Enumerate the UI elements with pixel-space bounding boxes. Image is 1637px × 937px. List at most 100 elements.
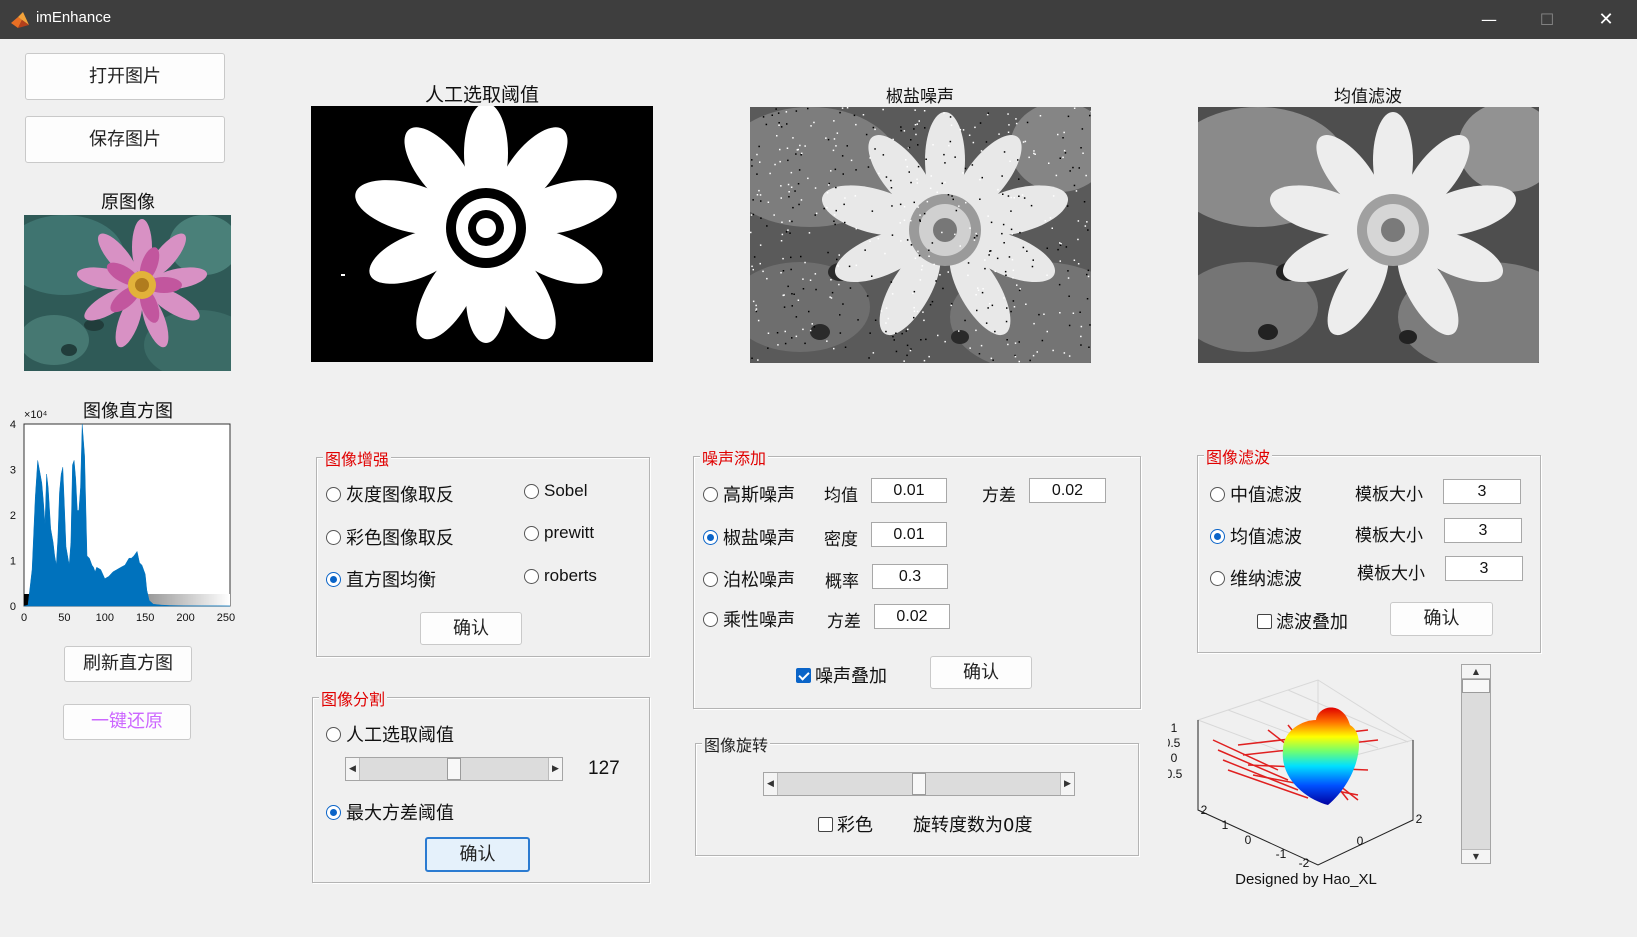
slider-thumb[interactable] bbox=[1462, 679, 1490, 693]
original-image bbox=[24, 215, 231, 371]
rotation-slider[interactable]: ◀ ▶ bbox=[763, 772, 1075, 796]
radio-poisson-noise[interactable]: 泊松噪声 bbox=[703, 566, 795, 592]
radio-label: 灰度图像取反 bbox=[346, 485, 454, 506]
radio-dot[interactable] bbox=[703, 529, 718, 545]
slider-down-arrow-icon[interactable]: ▼ bbox=[1462, 849, 1490, 863]
filter-image-title: 均值滤波 bbox=[1334, 87, 1402, 107]
slider-right-arrow-icon[interactable]: ▶ bbox=[548, 758, 562, 780]
save-image-label: 保存图片 bbox=[89, 129, 161, 150]
original-image-title: 原图像 bbox=[101, 192, 155, 213]
radio-gray-invert[interactable]: 灰度图像取反 bbox=[326, 481, 454, 507]
radio-gaussian-noise[interactable]: 高斯噪声 bbox=[703, 481, 795, 507]
radio-dot[interactable] bbox=[326, 529, 341, 545]
threshold-slider[interactable]: ◀ ▶ bbox=[345, 757, 563, 781]
noise-confirm-button[interactable]: 确认 bbox=[930, 656, 1032, 689]
radio-label: 椒盐噪声 bbox=[723, 528, 795, 549]
radio-dot[interactable] bbox=[703, 611, 718, 627]
radio-dot[interactable] bbox=[326, 804, 341, 820]
radio-dot[interactable] bbox=[1210, 486, 1225, 502]
slider-right-arrow-icon[interactable]: ▶ bbox=[1060, 773, 1074, 795]
minimize-button[interactable]: — bbox=[1460, 0, 1518, 39]
radio-dot[interactable] bbox=[326, 571, 341, 587]
checkbox-box[interactable] bbox=[1257, 613, 1272, 629]
gaussian-mean-field[interactable]: 0.01 bbox=[871, 478, 947, 503]
radio-dot[interactable] bbox=[703, 486, 718, 502]
radio-label: 中值滤波 bbox=[1230, 485, 1302, 506]
checkbox-label: 噪声叠加 bbox=[815, 666, 887, 687]
radio-median-filter[interactable]: 中值滤波 bbox=[1210, 481, 1302, 507]
radio-dot[interactable] bbox=[524, 525, 539, 541]
radio-dot[interactable] bbox=[1210, 570, 1225, 586]
checkbox-label: 滤波叠加 bbox=[1276, 612, 1348, 633]
salt-density-field[interactable]: 0.01 bbox=[871, 522, 947, 547]
z-tick: -0.5 bbox=[1168, 767, 1183, 781]
surface-3d-plot: 1 0.5 0 -0.5 2 1 0 -1 -2 2 0 Designed by… bbox=[1168, 679, 1423, 888]
maximize-button[interactable]: ☐ bbox=[1518, 0, 1576, 39]
radio-label: 高斯噪声 bbox=[723, 485, 795, 506]
refresh-histogram-button[interactable]: 刷新直方图 bbox=[64, 646, 192, 682]
slider-left-arrow-icon[interactable]: ◀ bbox=[346, 758, 360, 780]
segment-confirm-button[interactable]: 确认 bbox=[425, 837, 530, 872]
radio-manual-threshold[interactable]: 人工选取阈值 bbox=[326, 721, 454, 747]
radio-otsu-threshold[interactable]: 最大方差阈值 bbox=[326, 799, 454, 825]
noise-stack-checkbox[interactable]: 噪声叠加 bbox=[796, 662, 887, 688]
open-image-label: 打开图片 bbox=[89, 66, 161, 87]
noise-confirm-label: 确认 bbox=[963, 662, 999, 683]
x-tick-label: 0 bbox=[21, 612, 27, 624]
gaussian-variance-field[interactable]: 0.02 bbox=[1029, 478, 1106, 503]
histogram-chart: 0 50 100 150 200 250 0 1 2 3 4 ×10⁴ bbox=[10, 409, 235, 624]
slider-thumb[interactable] bbox=[447, 758, 461, 780]
median-size-field[interactable]: 3 bbox=[1443, 479, 1521, 504]
mean-size-field[interactable]: 3 bbox=[1444, 518, 1522, 543]
radio-roberts[interactable]: roberts bbox=[524, 566, 597, 586]
radio-label: prewitt bbox=[544, 523, 595, 542]
title-bar: imEnhance — ☐ ✕ bbox=[0, 0, 1637, 39]
poisson-prob-field[interactable]: 0.3 bbox=[872, 564, 948, 589]
wiener-size-label: 模板大小 bbox=[1357, 564, 1425, 584]
noise-image-title: 椒盐噪声 bbox=[886, 87, 954, 107]
z-tick: 1 bbox=[1171, 721, 1178, 735]
y-tick-label: 0 bbox=[10, 601, 16, 613]
radio-wiener-filter[interactable]: 维纳滤波 bbox=[1210, 565, 1302, 591]
noise-image bbox=[750, 107, 1091, 363]
x-tick: 1 bbox=[1222, 818, 1229, 832]
vertical-slider[interactable]: ▲ ▼ bbox=[1461, 664, 1491, 864]
radio-dot[interactable] bbox=[326, 486, 341, 502]
restore-label: 一键还原 bbox=[91, 711, 163, 732]
open-image-button[interactable]: 打开图片 bbox=[25, 53, 225, 100]
close-button[interactable]: ✕ bbox=[1577, 0, 1635, 39]
filter-confirm-button[interactable]: 确认 bbox=[1390, 602, 1493, 636]
radio-hist-equalize[interactable]: 直方图均衡 bbox=[326, 566, 436, 592]
radio-dot[interactable] bbox=[703, 571, 718, 587]
radio-sobel[interactable]: Sobel bbox=[524, 481, 587, 501]
slider-up-arrow-icon[interactable]: ▲ bbox=[1462, 665, 1490, 679]
radio-salt-pepper-noise[interactable]: 椒盐噪声 bbox=[703, 524, 795, 550]
color-rotate-checkbox[interactable]: 彩色 bbox=[818, 811, 873, 837]
enhance-confirm-button[interactable]: 确认 bbox=[420, 612, 522, 645]
radio-label: 泊松噪声 bbox=[723, 570, 795, 591]
y-tick: 0 bbox=[1357, 834, 1364, 848]
y-tick: 2 bbox=[1416, 812, 1423, 826]
radio-dot[interactable] bbox=[1210, 528, 1225, 544]
radio-dot[interactable] bbox=[524, 483, 539, 499]
radio-multiplicative-noise[interactable]: 乘性噪声 bbox=[703, 606, 795, 632]
z-tick: 0.5 bbox=[1168, 736, 1181, 750]
slider-left-arrow-icon[interactable]: ◀ bbox=[764, 773, 778, 795]
radio-color-invert[interactable]: 彩色图像取反 bbox=[326, 524, 454, 550]
speckle-variance-field[interactable]: 0.02 bbox=[874, 604, 950, 629]
rotate-panel: 图像旋转 bbox=[695, 732, 1139, 856]
filter-stack-checkbox[interactable]: 滤波叠加 bbox=[1257, 608, 1348, 634]
checkbox-box[interactable] bbox=[796, 667, 811, 683]
slider-thumb[interactable] bbox=[912, 773, 926, 795]
radio-dot[interactable] bbox=[524, 568, 539, 584]
checkbox-box[interactable] bbox=[818, 816, 833, 832]
radio-dot[interactable] bbox=[326, 726, 341, 742]
x-tick: -2 bbox=[1299, 856, 1310, 870]
restore-button[interactable]: 一键还原 bbox=[63, 704, 191, 740]
speckle-variance-label: 方差 bbox=[827, 612, 861, 632]
rotation-status: 旋转度数为0度 bbox=[913, 815, 1033, 836]
save-image-button[interactable]: 保存图片 bbox=[25, 116, 225, 163]
radio-mean-filter[interactable]: 均值滤波 bbox=[1210, 523, 1302, 549]
wiener-size-field[interactable]: 3 bbox=[1445, 556, 1523, 581]
radio-prewitt[interactable]: prewitt bbox=[524, 523, 594, 543]
